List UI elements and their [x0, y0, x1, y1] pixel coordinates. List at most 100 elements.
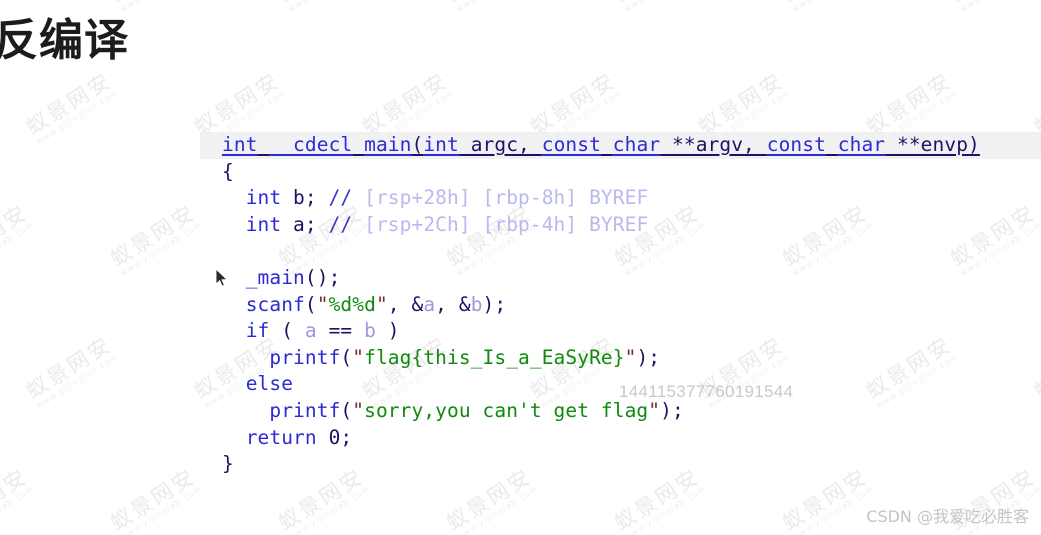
code-line[interactable] [200, 238, 1041, 265]
code-line[interactable]: printf("flag{this_Is_a_EaSyRe}"); [200, 345, 1041, 372]
code-token-kw: char [837, 133, 886, 156]
page-title: 反编译 [0, 15, 129, 66]
code-token-str: %d%d [328, 292, 376, 316]
code-token-punct: a; [281, 212, 329, 236]
watermark-text-url: www.yijinglab.com [0, 483, 37, 535]
watermark-text-cn: 蚁景网安 [862, 68, 957, 140]
code-token-punct [222, 239, 234, 262]
code-token-punct: , & [435, 292, 471, 316]
code-line[interactable]: return 0; [200, 425, 1041, 452]
code-token-quote: " [352, 345, 365, 369]
code-token-kw: int [245, 212, 282, 236]
code-token-punct: ); [660, 398, 684, 422]
code-token-num: 0 [328, 425, 341, 449]
code-token-comment: // [328, 212, 353, 236]
watermark-tile: 蚁景网安www.yijinglab.com [0, 464, 37, 535]
watermark-tile: 蚁景网安www.yijinglab.com [106, 464, 206, 535]
code-token-fn: printf [269, 398, 341, 422]
decompiled-code-panel[interactable]: int __cdecl main(int argc, const char **… [200, 132, 1041, 478]
watermark-tile: 蚁景网安www.yijinglab.com [610, 0, 710, 15]
watermark-text-cn: 蚁景网安 [1030, 68, 1041, 140]
code-token-punct: ); [482, 292, 507, 316]
watermark-text-url: www.yijinglab.com [286, 0, 373, 15]
code-token-punct: ( [304, 292, 317, 316]
code-token-punct: , & [387, 292, 424, 316]
code-token-punct: } [222, 452, 234, 476]
code-line[interactable]: int __cdecl main(int argc, const char **… [200, 132, 1041, 159]
watermark-text-url: www.yijinglab.com [622, 0, 709, 15]
code-token-kw: int [423, 133, 459, 156]
code-token-var: b [470, 292, 483, 316]
watermark-text-url: www.yijinglab.com [454, 483, 541, 535]
watermark-tile: 蚁景网安www.yijinglab.com [778, 0, 878, 15]
watermark-text-url: www.yijinglab.com [118, 0, 205, 15]
watermark-text-cn: 蚁景网安 [190, 68, 285, 140]
code-token-punct: ; [340, 425, 353, 449]
code-line[interactable]: if ( a == b ) [200, 318, 1041, 345]
code-token-kw: int [222, 133, 258, 156]
watermark-text-url: www.yijinglab.com [454, 0, 541, 15]
code-token-cmtext: [rsp+28h] [rbp-8h] BYREF [352, 186, 649, 210]
watermark-text-cn: 蚁景网安 [22, 332, 117, 404]
watermark-text-url: www.yijinglab.com [790, 0, 877, 15]
code-token-punct: argc, [458, 133, 542, 156]
code-token-var: a [304, 319, 317, 343]
code-token-quote: " [375, 292, 388, 316]
watermark-text-cn: 蚁景网安 [610, 0, 704, 7]
watermark-text-url: www.yijinglab.com [34, 351, 121, 411]
code-token-kw: const [541, 133, 601, 156]
watermark-text-url: www.yijinglab.com [286, 483, 373, 535]
watermark-tile: 蚁景网安www.yijinglab.com [442, 0, 542, 15]
code-token-punct [826, 133, 838, 156]
code-token-str: sorry,you can't get flag [364, 398, 649, 422]
code-token-punct: { [222, 159, 234, 183]
code-token-kw: const [766, 133, 826, 156]
code-token-var: a [423, 292, 436, 316]
watermark-tile: 蚁景网安www.yijinglab.com [274, 0, 374, 15]
code-line[interactable]: scanf("%d%d", &a, &b); [200, 292, 1041, 319]
code-token-punct: **envp) [885, 133, 980, 156]
code-line[interactable]: } [200, 451, 1041, 478]
watermark-text-cn: 蚁景网安 [0, 200, 33, 272]
code-token-kw: int [245, 186, 282, 210]
watermark-tile: 蚁景网安www.yijinglab.com [0, 200, 37, 279]
code-token-fn: printf [269, 345, 341, 369]
code-token-punct [601, 133, 613, 156]
watermark-text-url: www.yijinglab.com [622, 483, 709, 535]
code-token-punct: (); [304, 265, 341, 289]
code-line[interactable]: int a; // [rsp+2Ch] [rbp-4h] BYREF [200, 212, 1041, 239]
watermark-tile: 蚁景网安www.yijinglab.com [106, 200, 206, 279]
watermark-text-url: www.yijinglab.com [0, 219, 37, 279]
watermark-text-cn: 蚁景网安 [694, 68, 789, 140]
code-token-punct: ( [269, 319, 305, 343]
code-token-quote: " [316, 292, 329, 316]
code-token-punct [317, 426, 329, 449]
watermark-text-url: www.yijinglab.com [790, 483, 877, 535]
code-line[interactable]: int b; // [rsp+28h] [rbp-8h] BYREF [200, 185, 1041, 212]
code-token-quote: " [624, 345, 637, 369]
code-line[interactable]: { [200, 159, 1041, 186]
code-token-punct: == [316, 319, 365, 343]
watermark-tile: 蚁景网安www.yijinglab.com [22, 332, 122, 411]
watermark-text-cn: 蚁景网安 [442, 0, 536, 7]
watermark-text-cn: 蚁景网安 [274, 0, 368, 7]
watermark-text-url: www.yijinglab.com [118, 219, 205, 279]
code-token-fn: _main [245, 265, 305, 289]
code-token-punct: ); [636, 345, 661, 369]
code-token-cmtext: [rsp+2Ch] [rbp-4h] BYREF [352, 212, 649, 236]
code-token-kw: return [245, 425, 317, 449]
code-line[interactable]: _main(); [200, 265, 1041, 292]
id-watermark: 144115377760191544 [619, 382, 794, 401]
code-token-punct [258, 133, 270, 156]
watermark-text-url: www.yijinglab.com [958, 0, 1041, 15]
code-token-fn: scanf [245, 292, 305, 316]
code-token-quote: " [352, 398, 365, 422]
watermark-text-cn: 蚁景网安 [526, 68, 621, 140]
